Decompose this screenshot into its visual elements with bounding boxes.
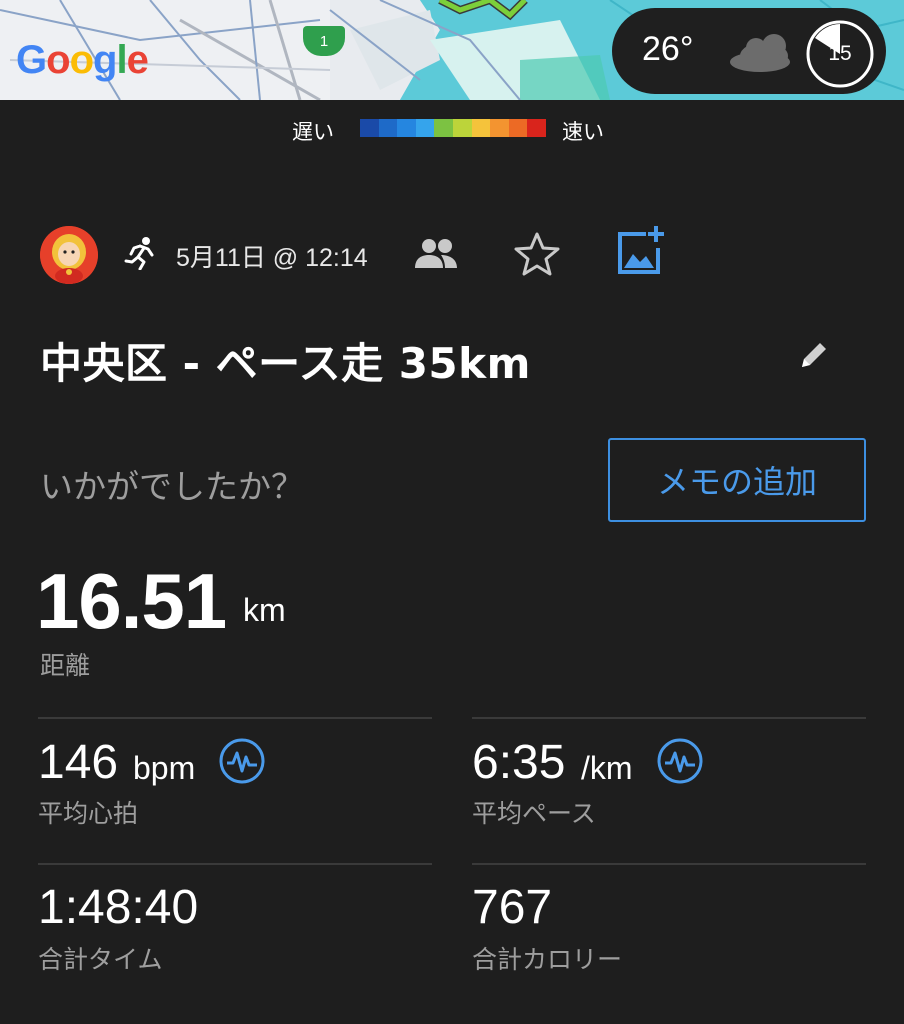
feedback-prompt: いかがでしたか？ [40,467,304,506]
pace-color-swatch [415,119,435,137]
distance-label: 距離 [40,651,91,680]
star-icon[interactable] [513,231,561,277]
edit-pencil-icon[interactable] [796,337,832,373]
pace-color-swatch [527,119,546,137]
route-map[interactable]: 1 Google 26° 15 [0,0,904,100]
weather-temperature: 26° [642,30,694,68]
pace-color-scale [360,119,546,137]
divider [38,863,432,865]
pace-color-swatch [360,119,379,137]
google-logo: Google [16,38,149,82]
pace-color-swatch [397,119,416,137]
pace-color-swatch [452,119,472,137]
pace-label: 平均ペース [472,799,596,828]
legend-fast-label: 速い [562,120,604,144]
activity-date: 5月11日 @ 12:14 [176,244,368,272]
heart-rate-chart-icon[interactable] [218,737,266,785]
avatar-image [40,226,98,284]
add-photo-icon[interactable] [616,226,666,276]
people-icon[interactable] [414,236,458,270]
pace-unit: /km [581,750,633,786]
pace-color-swatch [490,119,509,137]
distance-unit: km [243,592,286,628]
weather-widget[interactable]: 26° 15 [612,8,886,94]
heart-rate-unit: bpm [133,750,196,786]
add-memo-button[interactable]: メモの追加 [608,438,866,522]
total-time-label: 合計タイム [38,945,163,974]
total-calories-value: 767 [472,881,553,934]
pace-color-swatch [471,119,491,137]
pace-chart-icon[interactable] [656,737,704,785]
running-icon [124,237,154,270]
total-time-value: 1:48:40 [38,881,199,934]
route-badge: 1 [303,26,345,56]
avatar[interactable] [40,226,98,284]
heart-rate-label: 平均心拍 [38,799,139,828]
divider [472,717,866,719]
pace-value: 6:35 [472,736,566,789]
legend-slow-label: 遅い [292,120,334,144]
distance-value: 16.51 [36,557,227,645]
pace-color-swatch [508,119,528,137]
cloud-icon [730,34,790,72]
divider [38,717,432,719]
pace-color-swatch [378,119,398,137]
activity-title: 中央区 - ペース走 35km [40,339,531,388]
timer-value: 15 [828,42,852,65]
heart-rate-value: 146 [38,736,119,789]
total-calories-label: 合計カロリー [472,945,623,974]
divider [472,863,866,865]
pace-color-swatch [434,119,453,137]
